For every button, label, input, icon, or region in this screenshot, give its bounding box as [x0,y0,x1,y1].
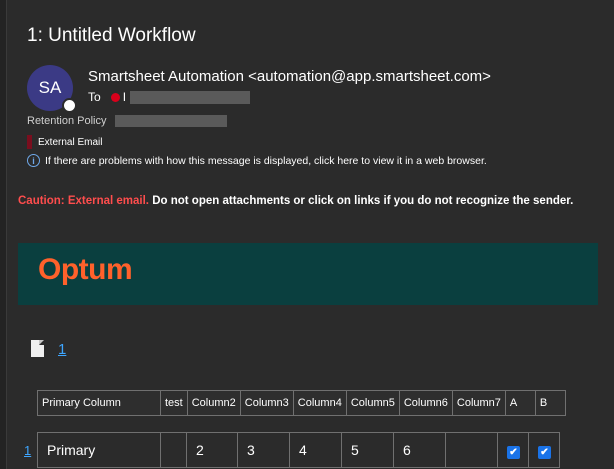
col-header-column7: Column7 [451,390,506,416]
left-pane-edge [0,0,7,469]
sheet-data-table: Primary 2 3 4 5 6 ✔ ✔ [37,432,560,468]
cell-a: ✔ [497,432,529,468]
col-header-a: A [504,390,536,416]
checkbox-a-checked-icon: ✔ [507,445,520,459]
external-email-tag: External Email [27,135,102,149]
sheet-link[interactable]: 1 [58,341,66,358]
caution-prefix: Caution: External email. [18,195,150,207]
cell-column7 [445,432,498,468]
caution-text: Do not open attachments or click on link… [149,195,574,207]
col-header-primary: Primary Column [37,390,161,416]
checkbox-b-checked-icon: ✔ [538,445,551,459]
avatar-initials: SA [38,78,62,97]
col-header-test: test [160,390,188,416]
info-icon: i [27,154,40,167]
col-header-column6: Column6 [398,390,453,416]
recipient-status-icon [110,92,120,102]
cell-test [160,432,187,468]
cell-column5: 5 [341,432,394,468]
col-header-b: B [534,390,566,416]
sender-name[interactable]: Smartsheet Automation <automation@app.sm… [88,68,491,85]
redacted-recipient [130,90,251,104]
external-tag-label: External Email [38,136,103,148]
sheet-header-table: Primary Column test Column2 Column3 Colu… [37,390,566,416]
to-label: To [88,90,101,104]
redacted-retention-policy [114,115,227,127]
message-subject: 1: Untitled Workflow [27,25,196,46]
row-number-link[interactable]: 1 [24,443,31,458]
cell-column6: 6 [393,432,446,468]
view-in-browser-text[interactable]: If there are problems with how this mess… [45,155,487,167]
col-header-column3: Column3 [239,390,294,416]
table-row: Primary 2 3 4 5 6 ✔ ✔ [37,432,560,468]
retention-policy-row: Retention Policy [27,115,227,127]
cell-column3: 3 [237,432,290,468]
cell-b: ✔ [528,432,560,468]
sheet-document-icon [31,340,44,357]
retention-label: Retention Policy [27,115,107,127]
cell-primary: Primary [37,432,161,468]
external-caution-banner: Caution: External email. Do not open att… [18,195,573,207]
brand-banner: Optum [18,243,598,305]
cell-column4: 4 [289,432,342,468]
optum-logo: Optum [38,253,133,286]
header-row: Primary Column test Column2 Column3 Colu… [37,390,566,416]
col-header-column4: Column4 [292,390,347,416]
col-header-column2: Column2 [186,390,241,416]
recipients-row: To I [88,90,251,104]
recipient-first-char: I [122,90,127,104]
view-in-browser-notice[interactable]: i If there are problems with how this me… [27,154,487,167]
presence-status-icon [62,98,77,113]
col-header-column5: Column5 [345,390,400,416]
cell-column2: 2 [186,432,238,468]
external-tag-marker [27,135,32,149]
